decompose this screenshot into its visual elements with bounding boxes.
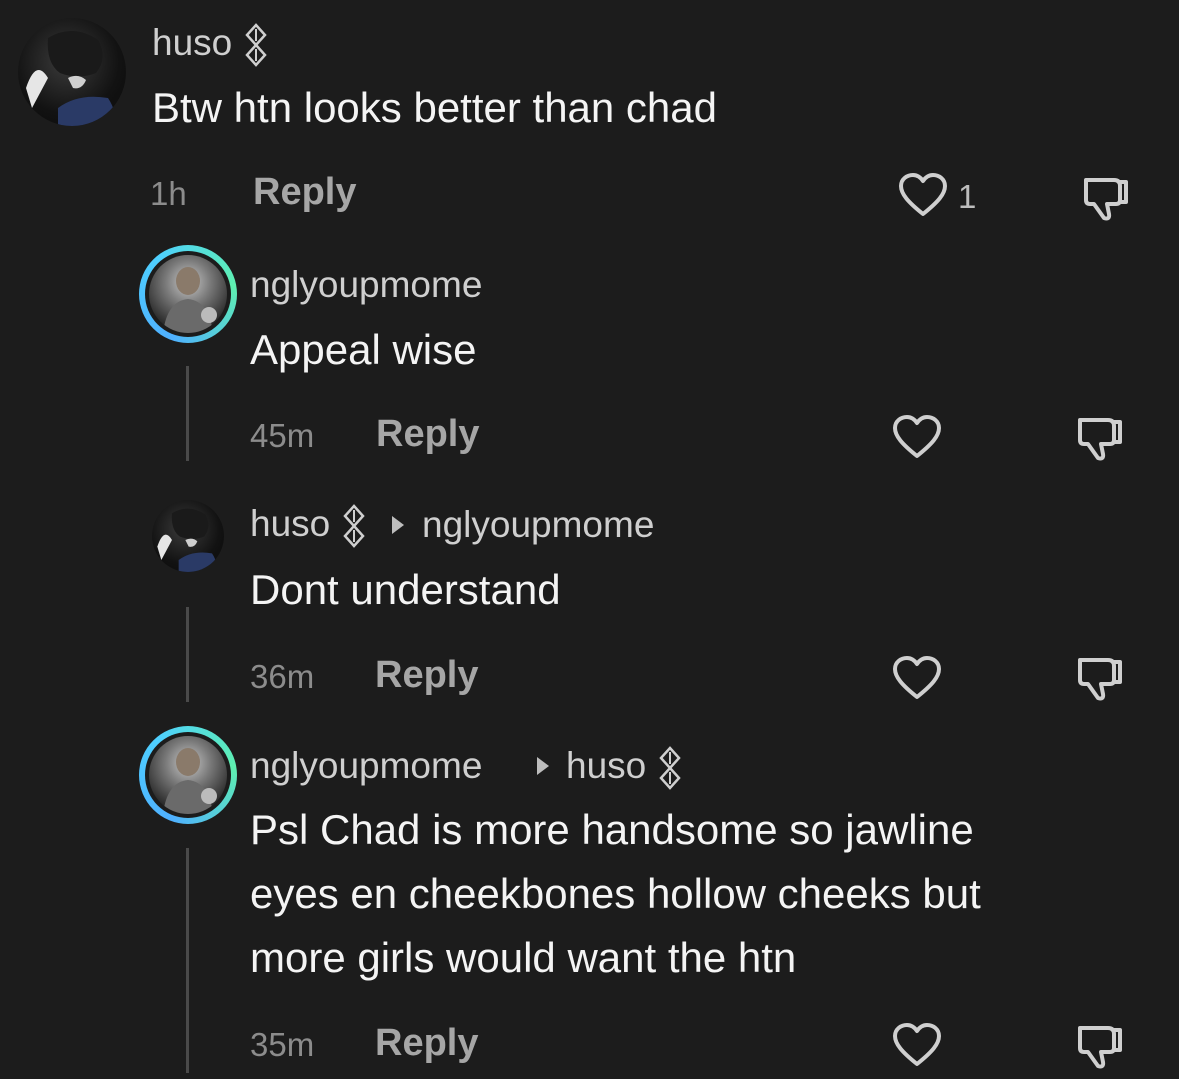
reply-arrow-icon [537,757,549,775]
comment-text: Btw htn looks better than chad [152,84,718,131]
reply-button[interactable]: Reply [375,654,478,697]
comment-text: Psl Chad is more handsome so jawline eye… [250,798,981,990]
reply-button[interactable]: Reply [253,171,356,214]
comment-text: Dont understand [250,566,561,613]
comment-author[interactable]: nglyoupmome [250,264,482,306]
thread-line [186,607,189,702]
heart-icon[interactable] [892,1022,942,1068]
dislike-icon[interactable] [1074,652,1126,704]
avatar[interactable] [18,18,126,126]
heart-icon[interactable] [892,655,942,701]
comment-time: 45m [250,417,315,454]
reply-to-user[interactable]: nglyoupmome [422,504,654,546]
comment-time: 1h [150,175,187,212]
creator-badge-icon [244,23,267,68]
avatar-ring [145,251,231,337]
like-count: 1 [958,178,977,215]
avatar[interactable] [139,726,237,824]
thread-line [186,848,189,1073]
avatar[interactable] [152,500,224,572]
reply-button[interactable]: Reply [376,413,479,456]
dislike-icon[interactable] [1080,172,1132,224]
comment-author[interactable]: huso [152,22,269,68]
reply-button[interactable]: Reply [375,1022,478,1065]
avatar-image [149,736,227,814]
comment-author[interactable]: huso [250,503,367,549]
dislike-icon[interactable] [1074,412,1126,464]
avatar-image [26,30,115,126]
comment-time: 36m [250,658,315,695]
creator-badge-icon [342,504,365,549]
creator-badge-icon [658,746,681,791]
avatar-image [157,508,217,572]
thread-line [186,366,189,461]
reply-arrow-icon [392,516,404,534]
reply-to-user[interactable]: huso [566,745,683,791]
comment-text-line: more girls would want the htn [250,934,797,981]
comment-author[interactable]: nglyoupmome [250,745,482,787]
comment-text-line: Psl Chad is more handsome so jawline [250,806,974,853]
avatar[interactable] [139,245,237,343]
dislike-icon[interactable] [1074,1020,1126,1072]
comment-time: 35m [250,1026,315,1063]
avatar-image [149,255,227,333]
heart-icon[interactable] [898,172,948,218]
heart-icon[interactable] [892,414,942,460]
comment-text: Appeal wise [250,326,477,373]
avatar-ring [145,732,231,818]
comment-text-line: eyes en cheekbones hollow cheeks but [250,870,981,917]
